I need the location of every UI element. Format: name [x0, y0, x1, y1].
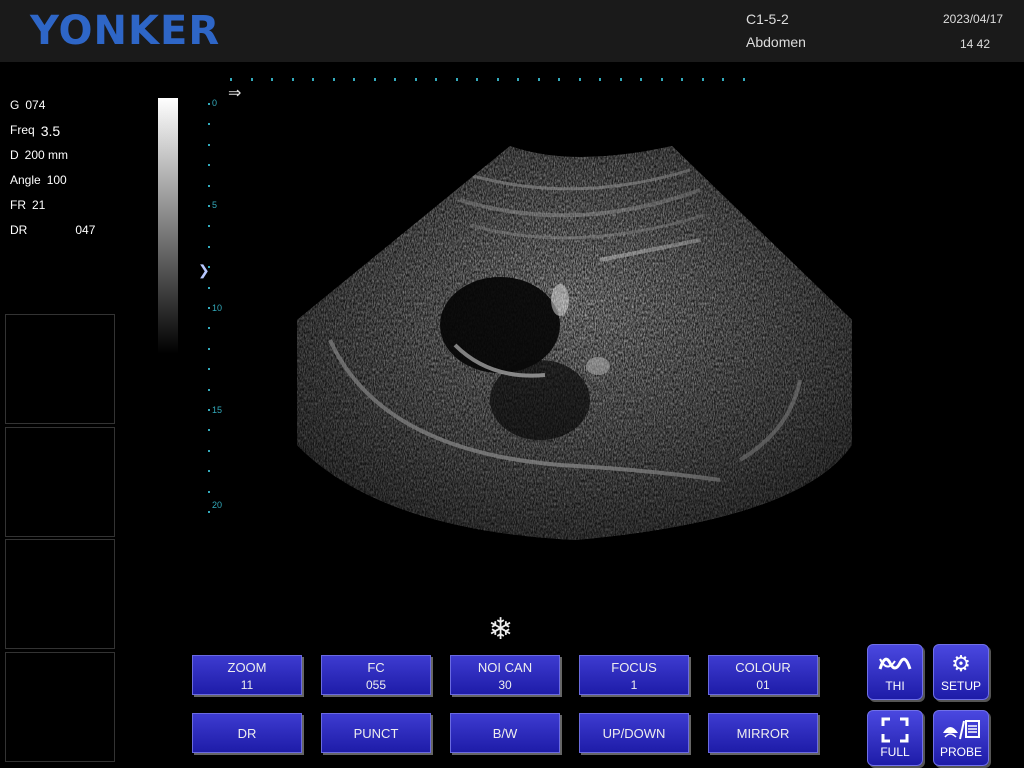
- lateral-ruler-tick: [271, 78, 273, 81]
- lateral-ruler-tick: [619, 78, 622, 81]
- lateral-ruler-tick: [742, 78, 745, 81]
- puncture-button[interactable]: PUNCT: [321, 713, 431, 753]
- ruler-tick: [208, 470, 210, 473]
- lateral-ruler-tick: [332, 78, 335, 81]
- lateral-ruler-tick: [455, 78, 458, 81]
- noise-cancel-button[interactable]: NOI CAN 30: [450, 655, 560, 695]
- ruler-tick: [208, 143, 210, 146]
- lateral-ruler-tick: [537, 78, 540, 81]
- lateral-ruler-tick: [578, 78, 581, 81]
- zoom-button[interactable]: ZOOM 11: [192, 655, 302, 695]
- ruler-tick: [208, 123, 210, 126]
- probe-button[interactable]: PROBE: [933, 710, 989, 766]
- lateral-ruler-tick: [435, 78, 437, 81]
- colour-button[interactable]: COLOUR 01: [708, 655, 818, 695]
- waveform-icon: [868, 651, 922, 677]
- setup-button[interactable]: ⚙ SETUP: [933, 644, 989, 700]
- dr-button[interactable]: DR: [192, 713, 302, 753]
- full-screen-button[interactable]: FULL: [867, 710, 923, 766]
- lateral-ruler-tick: [230, 78, 232, 81]
- ruler-tick: [208, 164, 210, 167]
- ruler-tick: [208, 286, 210, 289]
- ruler-tick: [208, 388, 210, 391]
- gear-icon: ⚙: [951, 651, 971, 676]
- lateral-ruler-tick: [660, 78, 663, 81]
- snowflake-icon: ❄: [488, 613, 514, 646]
- up-down-button[interactable]: UP/DOWN: [579, 713, 689, 753]
- lateral-ruler-tick: [681, 78, 683, 81]
- ruler-tick: [208, 490, 210, 493]
- lateral-ruler-tick: [517, 78, 519, 81]
- ruler-tick: [208, 511, 210, 513]
- ruler-tick: [208, 103, 210, 105]
- fc-button[interactable]: FC 055: [321, 655, 431, 695]
- lateral-ruler-tick: [373, 78, 376, 81]
- focus-button[interactable]: FOCUS 1: [579, 655, 689, 695]
- ruler-tick: [208, 368, 210, 371]
- ruler-tick: [208, 307, 210, 309]
- lateral-ruler-tick: [414, 78, 417, 81]
- ruler-tick: [208, 347, 210, 350]
- ruler-tick: [208, 266, 210, 269]
- mirror-button[interactable]: MIRROR: [708, 713, 818, 753]
- probe-icon: [934, 717, 988, 743]
- lateral-ruler-tick: [701, 78, 704, 81]
- ruler-tick: [208, 449, 210, 452]
- ruler-tick: [208, 225, 210, 228]
- ruler-tick: [208, 409, 210, 411]
- lateral-ruler-tick: [599, 78, 601, 81]
- ruler-tick: [208, 327, 210, 330]
- lateral-ruler-tick: [312, 78, 314, 81]
- lateral-ruler-tick: [722, 78, 724, 81]
- lateral-ruler-tick: [250, 78, 253, 81]
- thi-button[interactable]: THI: [867, 644, 923, 700]
- ruler-tick: [208, 205, 210, 207]
- lateral-ruler-tick: [291, 78, 294, 81]
- lateral-ruler-tick: [640, 78, 642, 81]
- fullscreen-icon: [868, 717, 922, 743]
- lateral-ruler-tick: [496, 78, 499, 81]
- bw-button[interactable]: B/W: [450, 713, 560, 753]
- lateral-ruler-tick: [476, 78, 478, 81]
- ruler-tick: [208, 429, 210, 432]
- ruler-tick: [208, 184, 210, 187]
- lateral-ruler-tick: [558, 78, 560, 81]
- ruler-tick: [208, 245, 210, 248]
- lateral-ruler-tick: [394, 78, 396, 81]
- lateral-ruler-tick: [353, 78, 355, 81]
